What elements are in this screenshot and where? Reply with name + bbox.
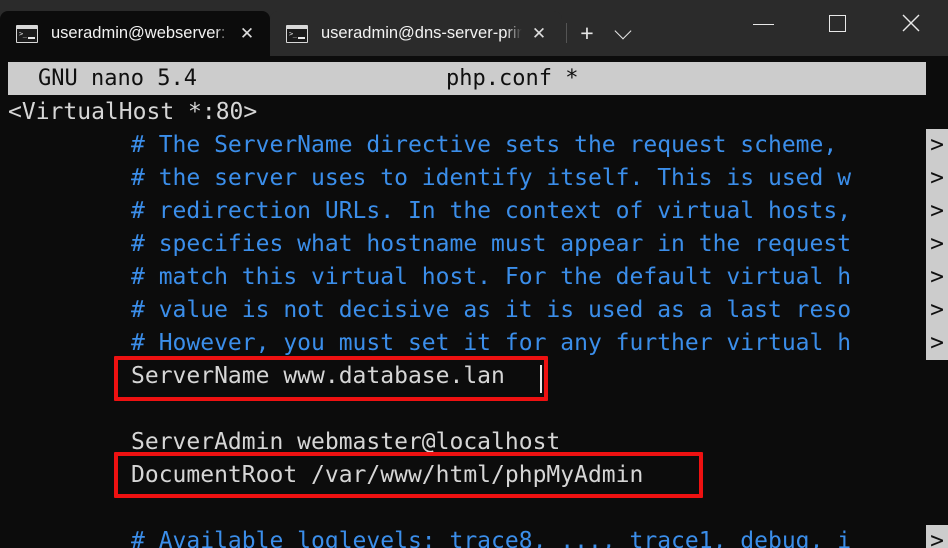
line-text: ServerAdmin webmaster@localhost <box>131 429 561 455</box>
line-continuation-marker: > <box>926 261 948 294</box>
maximize-button[interactable] <box>800 0 874 46</box>
line-text: # However, you must set it for any furth… <box>131 330 852 356</box>
line-text: # redirection URLs. In the context of vi… <box>131 198 852 224</box>
line-text: DocumentRoot /var/www/html/phpMyAdmin <box>131 462 644 488</box>
editor-line: # value is not decisive as it is used as… <box>0 294 948 327</box>
nano-title-bar: GNU nano 5.4 php.conf * <box>8 62 926 95</box>
editor-line: <VirtualHost *:80> <box>0 96 948 129</box>
nano-filename-label: php.conf * <box>446 66 579 91</box>
editor-line: # However, you must set it for any furth… <box>0 327 948 360</box>
new-tab-button[interactable]: + <box>569 11 605 56</box>
terminal-icon: >_ <box>16 24 38 43</box>
line-continuation-marker: > <box>926 195 948 228</box>
editor-line: ServerAdmin webmaster@localhost <box>0 426 948 459</box>
line-text: <VirtualHost *:80> <box>8 99 258 125</box>
line-continuation-marker: > <box>926 228 948 261</box>
terminal-window: >_ useradmin@webserver: ~ ✕ >_ useradmin… <box>0 0 948 548</box>
line-continuation-marker: > <box>926 294 948 327</box>
line-continuation-marker: > <box>926 327 948 360</box>
editor-line: # redirection URLs. In the context of vi… <box>0 195 948 228</box>
close-icon[interactable]: ✕ <box>522 17 556 51</box>
line-text: # match this virtual host. For the defau… <box>131 264 852 290</box>
window-controls <box>726 0 948 56</box>
line-text: ServerName www.database.lan <box>131 363 505 389</box>
editor-line: # Available loglevels: trace8, ..., trac… <box>0 525 948 548</box>
tab-dns-server[interactable]: >_ useradmin@dns-server-primar ✕ <box>270 11 562 56</box>
editor-line: # match this virtual host. For the defau… <box>0 261 948 294</box>
tab-divider <box>566 23 567 43</box>
close-icon[interactable]: ✕ <box>230 17 264 51</box>
editor-line: # The ServerName directive sets the requ… <box>0 129 948 162</box>
tab-dns-server-label: useradmin@dns-server-primar <box>321 24 522 42</box>
minimize-button[interactable] <box>726 0 800 46</box>
line-text: # The ServerName directive sets the requ… <box>131 132 838 158</box>
tab-webserver[interactable]: >_ useradmin@webserver: ~ ✕ <box>0 11 270 56</box>
line-continuation-marker: > <box>926 162 948 195</box>
text-cursor <box>540 365 542 393</box>
nano-editor-area[interactable]: <VirtualHost *:80> # The ServerName dire… <box>0 96 948 548</box>
editor-line: # the server uses to identify itself. Th… <box>0 162 948 195</box>
chevron-down-icon[interactable] <box>605 11 641 56</box>
close-window-button[interactable] <box>874 0 948 46</box>
line-text: # value is not decisive as it is used as… <box>131 297 852 323</box>
nano-version-label: GNU nano 5.4 <box>38 66 197 91</box>
line-continuation-marker: > <box>926 525 948 548</box>
line-text: # Available loglevels: trace8, ..., trac… <box>131 528 852 548</box>
tab-strip: >_ useradmin@webserver: ~ ✕ >_ useradmin… <box>0 0 641 56</box>
terminal-icon: >_ <box>286 24 308 43</box>
line-text: # specifies what hostname must appear in… <box>131 231 852 257</box>
editor-line-servername: ServerName www.database.lan <box>0 360 948 393</box>
editor-line: # specifies what hostname must appear in… <box>0 228 948 261</box>
window-titlebar: >_ useradmin@webserver: ~ ✕ >_ useradmin… <box>0 0 948 56</box>
editor-line-documentroot: DocumentRoot /var/www/html/phpMyAdmin <box>0 459 948 492</box>
line-text: # the server uses to identify itself. Th… <box>131 165 852 191</box>
tab-webserver-label: useradmin@webserver: ~ <box>51 24 230 42</box>
line-continuation-marker: > <box>926 129 948 162</box>
